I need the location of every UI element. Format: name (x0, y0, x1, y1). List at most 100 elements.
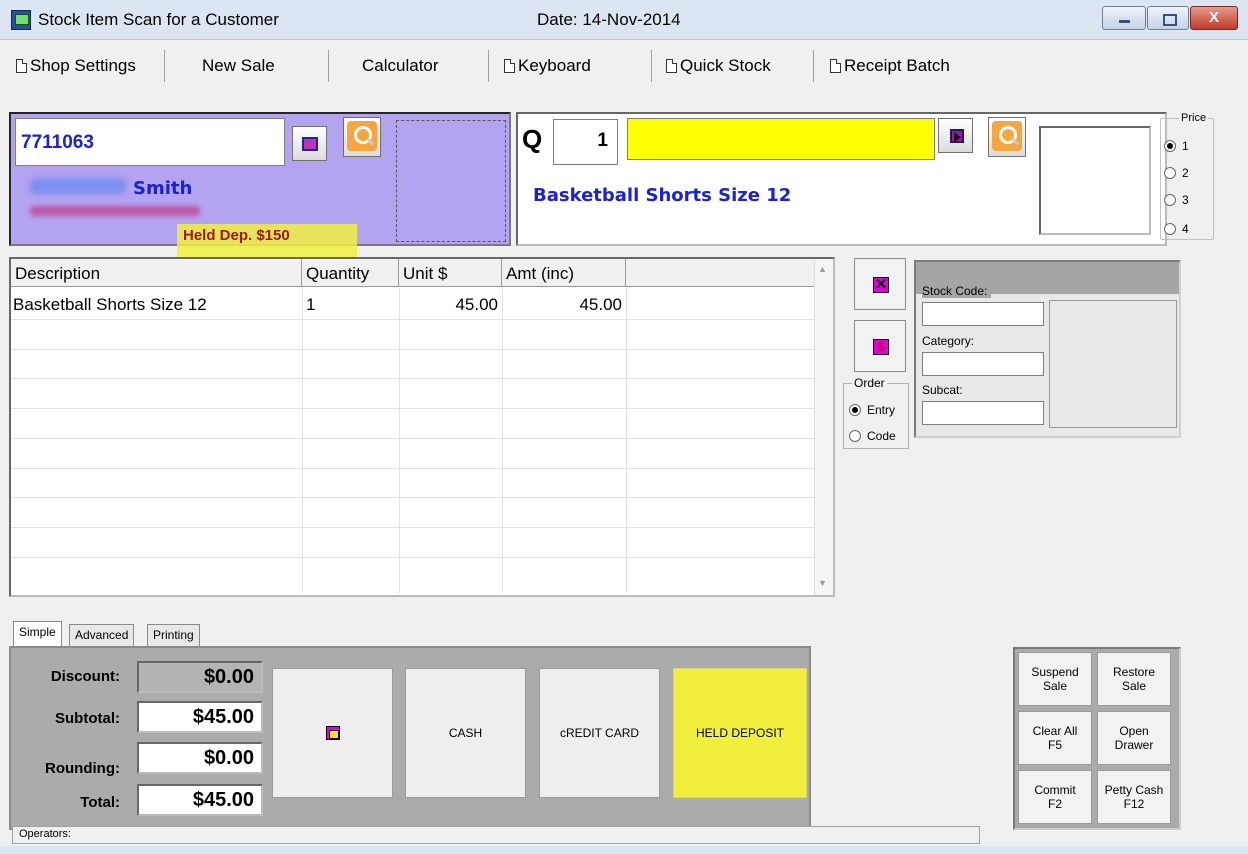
order-code[interactable]: Code (849, 429, 896, 443)
grid-line (11, 378, 814, 379)
menu-calculator[interactable]: Calculator (362, 56, 439, 76)
clear-all-button[interactable]: Clear All F5 (1018, 711, 1092, 765)
grid-line (399, 288, 400, 593)
grid-line (626, 288, 627, 593)
radio-icon (849, 404, 861, 416)
menu-shop-settings[interactable]: Shop Settings (16, 56, 136, 76)
cell-quantity[interactable]: 1 (306, 295, 315, 315)
discount-value: $0.00 (137, 661, 263, 693)
total-label: Total: (80, 794, 120, 811)
petty-cash-button[interactable]: Petty Cash F12 (1097, 770, 1171, 824)
rounding-label: Rounding: (45, 760, 120, 777)
tab-simple[interactable]: Simple (13, 621, 62, 646)
menu-separator (651, 50, 652, 82)
cell-amount[interactable]: 45.00 (506, 295, 622, 315)
menu-new-sale[interactable]: New Sale (202, 56, 275, 76)
radio-label: Code (867, 429, 896, 443)
grid-line (502, 288, 503, 593)
delete-line-button[interactable]: ✕ (854, 258, 906, 310)
menu-separator (164, 50, 165, 82)
menu-receipt-batch[interactable]: Receipt Batch (830, 56, 950, 76)
cell-unit-price[interactable]: 45.00 (403, 295, 498, 315)
menu-label: New Sale (202, 56, 275, 75)
item-description: Basketball Shorts Size 12 (533, 185, 792, 206)
subcat-label: Subcat: (922, 383, 963, 397)
tab-advanced[interactable]: Advanced (69, 624, 135, 646)
price-level-1[interactable]: 1 (1164, 139, 1189, 153)
delete-icon: ✕ (873, 276, 889, 293)
menu-quick-stock[interactable]: Quick Stock (666, 56, 771, 76)
customer-list-button[interactable] (292, 126, 327, 161)
subtotal-label: Subtotal: (55, 710, 120, 727)
document-icon (666, 59, 677, 73)
close-icon: X (1208, 9, 1219, 26)
document-icon (504, 59, 515, 73)
maximize-button[interactable] (1147, 6, 1189, 30)
tab-printing[interactable]: Printing (147, 624, 200, 646)
total-value: $45.00 (137, 784, 263, 816)
column-header-amount[interactable]: Amt (inc) (502, 259, 626, 287)
commit-button[interactable]: Commit F2 (1018, 770, 1092, 824)
item-info-image (1049, 300, 1177, 428)
cash-button[interactable]: CASH (405, 668, 526, 798)
menu-label: Shop Settings (30, 56, 136, 75)
menu-label: Keyboard (518, 56, 591, 75)
scroll-up-icon[interactable]: ▲ (818, 264, 827, 274)
document-icon (830, 59, 841, 73)
customer-code-input[interactable]: 7711063 (15, 118, 285, 166)
grid-line (302, 288, 303, 593)
customer-list-icon (302, 137, 318, 151)
change-price-button[interactable]: $ (854, 320, 906, 372)
quantity-label: Q (522, 124, 543, 154)
radio-label: 4 (1182, 222, 1189, 236)
menu-label: Quick Stock (680, 56, 771, 75)
order-entry[interactable]: Entry (849, 403, 895, 417)
price-change-icon: $ (873, 339, 889, 355)
item-search-button[interactable] (988, 117, 1026, 157)
window-bottom-border (0, 846, 1248, 854)
menu-separator (328, 50, 329, 82)
price-level-4[interactable]: 4 (1164, 222, 1189, 236)
cell-description[interactable]: Basketball Shorts Size 12 (13, 295, 207, 315)
column-header-quantity[interactable]: Quantity (302, 259, 399, 287)
menu-label: Calculator (362, 56, 439, 75)
button-label: Commit F2 (1034, 783, 1076, 811)
open-drawer-button[interactable]: Open Drawer (1097, 711, 1171, 765)
menu-separator (813, 50, 814, 82)
radio-label: 1 (1182, 139, 1189, 153)
minimize-button[interactable] (1102, 6, 1146, 30)
category-label: Category: (922, 334, 975, 348)
scroll-down-icon[interactable]: ▼ (818, 578, 827, 588)
scan-input[interactable] (627, 118, 935, 160)
grid-line (11, 527, 814, 528)
home-button[interactable] (272, 668, 393, 798)
grid-line (11, 497, 814, 498)
suspend-sale-button[interactable]: Suspend Sale (1018, 652, 1092, 706)
customer-search-button[interactable] (343, 117, 381, 157)
radio-icon (1164, 140, 1176, 152)
category-field (922, 352, 1044, 376)
customer-surname: Smith (133, 178, 193, 199)
menu-label: Receipt Batch (844, 56, 950, 75)
column-header-description[interactable]: Description (11, 259, 302, 287)
home-icon (325, 726, 340, 740)
operators-label: Operators: (19, 828, 71, 840)
price-level-2[interactable]: 2 (1164, 166, 1189, 180)
restore-sale-button[interactable]: Restore Sale (1097, 652, 1171, 706)
button-label: Restore Sale (1112, 665, 1156, 693)
button-label: Suspend Sale (1031, 665, 1079, 693)
button-label: Open Drawer (1114, 724, 1154, 752)
close-button[interactable]: X (1190, 6, 1238, 30)
subtotal-value: $45.00 (137, 701, 263, 733)
menu-keyboard[interactable]: Keyboard (504, 56, 591, 76)
quantity-input[interactable]: 1 (553, 119, 618, 165)
grid-scrollbar[interactable] (814, 259, 833, 595)
held-deposit-button[interactable]: HELD DEPOSIT (673, 668, 807, 798)
grid-line (11, 408, 814, 409)
go-to-item-button[interactable] (938, 118, 973, 153)
date-label: Date: 14-Nov-2014 (537, 10, 681, 29)
credit-card-button[interactable]: cREDIT CARD (539, 668, 660, 798)
column-header-unit[interactable]: Unit $ (399, 259, 502, 287)
price-level-3[interactable]: 3 (1164, 193, 1189, 207)
button-label: Clear All F5 (1032, 724, 1078, 752)
